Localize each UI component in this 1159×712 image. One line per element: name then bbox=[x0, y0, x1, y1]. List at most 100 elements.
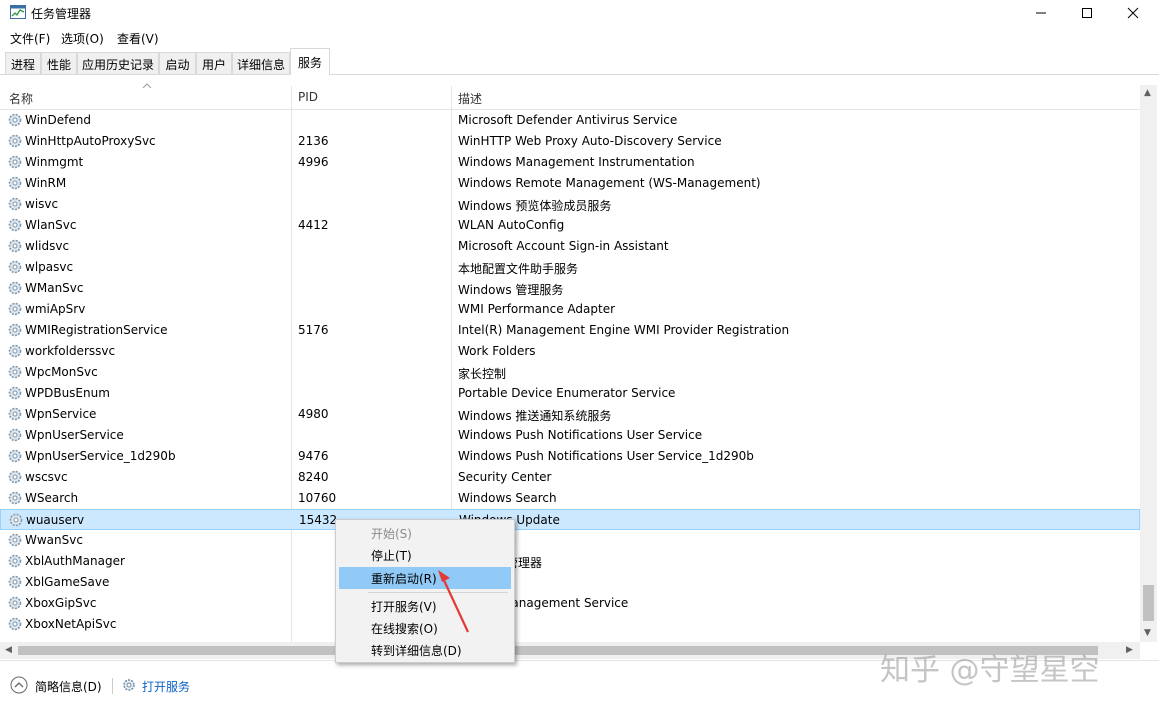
table-row[interactable]: XboxNetApiSvc网络服务 bbox=[0, 614, 1140, 635]
table-row[interactable]: wuauserv15432Windows Update bbox=[0, 509, 1140, 530]
window-title: 任务管理器 bbox=[31, 7, 92, 21]
tab-details[interactable]: 详细信息 bbox=[232, 52, 290, 74]
service-gear-icon bbox=[8, 428, 22, 442]
service-pid: 4980 bbox=[298, 407, 329, 421]
menu-options[interactable]: 选项(O) bbox=[61, 30, 104, 47]
service-description: Windows 管理服务 bbox=[458, 283, 564, 297]
column-header-name[interactable]: 名称 bbox=[9, 90, 33, 107]
service-name: WpcMonSvc bbox=[25, 365, 98, 379]
vertical-scrollbar[interactable]: ▲ ▼ bbox=[1140, 85, 1157, 642]
service-description: Windows 推送通知系统服务 bbox=[458, 409, 612, 423]
fewer-details-link[interactable]: 简略信息(D) bbox=[35, 678, 102, 695]
table-row[interactable]: WSearch 10760 Windows Search bbox=[0, 488, 1140, 509]
scroll-right-icon[interactable]: ▶ bbox=[1126, 645, 1133, 655]
table-row[interactable]: WlanSvc 4412 WLAN AutoConfig bbox=[0, 215, 1140, 236]
table-row[interactable]: wlidsvc Microsoft Account Sign-in Assista… bbox=[0, 236, 1140, 257]
vertical-scroll-thumb[interactable] bbox=[1143, 585, 1154, 621]
column-header-description[interactable]: 描述 bbox=[458, 90, 482, 107]
menu-file[interactable]: 文件(F) bbox=[10, 30, 50, 47]
service-gear-icon bbox=[8, 113, 22, 127]
service-name: WSearch bbox=[25, 491, 79, 505]
menu-view[interactable]: 查看(V) bbox=[117, 30, 159, 47]
service-name: WpnUserService bbox=[25, 428, 124, 442]
close-button[interactable] bbox=[1110, 0, 1156, 26]
service-description: Windows Remote Management (WS-Management… bbox=[458, 176, 761, 190]
menu-item-search-online[interactable]: 在线搜索(O) bbox=[339, 617, 511, 639]
tab-app-history[interactable]: 应用历史记录 bbox=[77, 52, 159, 74]
table-row[interactable]: WinHttpAutoProxySvc 2136 WinHTTP Web Proxy… bbox=[0, 131, 1140, 152]
table-row[interactable]: WpnService 4980 Windows 推送通知系统服务 bbox=[0, 404, 1140, 425]
tab-users[interactable]: 用户 bbox=[196, 52, 232, 74]
service-name: WpnUserService_1d290b bbox=[25, 449, 176, 463]
table-row[interactable]: WinDefend Microsoft Defender Antivirus Se… bbox=[0, 110, 1140, 131]
table-row[interactable]: XblGameSave游戏保存 bbox=[0, 572, 1140, 593]
service-gear-icon bbox=[8, 407, 22, 421]
service-name: WPDBusEnum bbox=[25, 386, 110, 400]
minimize-button[interactable] bbox=[1018, 0, 1064, 26]
menu-item-start[interactable]: 开始(S) bbox=[339, 522, 511, 544]
menu-item-go-to-details[interactable]: 转到详细信息(D) bbox=[339, 639, 511, 661]
scroll-left-icon[interactable]: ◀ bbox=[5, 645, 12, 655]
service-description: WMI Performance Adapter bbox=[458, 302, 616, 316]
service-description: WLAN AutoConfig bbox=[458, 218, 565, 232]
table-row[interactable]: WwanSvcutoConfig bbox=[0, 530, 1140, 551]
maximize-button[interactable] bbox=[1064, 0, 1110, 26]
open-services-link[interactable]: 打开服务 bbox=[142, 678, 190, 695]
table-row[interactable]: WpcMonSvc 家长控制 bbox=[0, 362, 1140, 383]
service-name: WlanSvc bbox=[25, 218, 77, 232]
table-row[interactable]: WinRM Windows Remote Management (WS-Manag… bbox=[0, 173, 1140, 194]
table-row[interactable]: Winmgmt 4996 Windows Management Instrument… bbox=[0, 152, 1140, 173]
service-description: Windows Search bbox=[458, 491, 557, 505]
task-manager-icon bbox=[10, 5, 26, 19]
service-name: XblAuthManager bbox=[25, 554, 125, 568]
table-row[interactable]: wisvc Windows 预览体验成员服务 bbox=[0, 194, 1140, 215]
table-row[interactable]: WPDBusEnum Portable Device Enumerator Ser… bbox=[0, 383, 1140, 404]
column-header-pid[interactable]: PID bbox=[298, 90, 318, 104]
service-gear-icon bbox=[8, 176, 22, 190]
service-gear-icon bbox=[8, 239, 22, 253]
tab-processes[interactable]: 进程 bbox=[5, 52, 41, 74]
table-row[interactable]: XboxGipSvc essory Management Service bbox=[0, 593, 1140, 614]
service-gear-icon bbox=[8, 575, 22, 589]
service-gear-icon bbox=[8, 617, 22, 631]
service-name: WinHttpAutoProxySvc bbox=[25, 134, 156, 148]
tab-bar: 进程 性能 应用历史记录 启动 用户 详细信息 服务 bbox=[0, 48, 1159, 75]
context-menu: 开始(S) 停止(T) 重新启动(R) 打开服务(V) 在线搜索(O) 转到详细… bbox=[335, 519, 515, 663]
menu-item-stop[interactable]: 停止(T) bbox=[339, 544, 511, 566]
table-row[interactable]: wmiApSrv WMI Performance Adapter bbox=[0, 299, 1140, 320]
table-row[interactable]: wlpasvc 本地配置文件助手服务 bbox=[0, 257, 1140, 278]
table-row[interactable]: WpnUserService_1d290b 9476 Windows Push No… bbox=[0, 446, 1140, 467]
menu-item-restart[interactable]: 重新启动(R) bbox=[339, 567, 511, 589]
services-gear-icon bbox=[123, 679, 135, 691]
table-row[interactable]: WMIRegistrationService 5176 Intel(R) Manag… bbox=[0, 320, 1140, 341]
service-gear-icon bbox=[8, 449, 22, 463]
table-row[interactable]: wscsvc 8240 Security Center bbox=[0, 467, 1140, 488]
tab-services[interactable]: 服务 bbox=[290, 48, 330, 75]
service-name: WinDefend bbox=[25, 113, 91, 127]
service-gear-icon bbox=[8, 533, 22, 547]
service-name: WinRM bbox=[25, 176, 67, 190]
service-gear-icon bbox=[8, 470, 22, 484]
service-gear-icon bbox=[8, 386, 22, 400]
service-description: Portable Device Enumerator Service bbox=[458, 386, 676, 400]
annotation-arrow bbox=[438, 570, 469, 633]
service-name: workfolderssvc bbox=[25, 344, 116, 358]
service-gear-icon bbox=[8, 323, 22, 337]
scroll-up-icon[interactable]: ▲ bbox=[1144, 88, 1151, 98]
service-description: Work Folders bbox=[458, 344, 536, 358]
service-description: Microsoft Defender Antivirus Service bbox=[458, 113, 678, 127]
scroll-down-icon[interactable]: ▼ bbox=[1144, 628, 1151, 638]
service-gear-icon bbox=[8, 365, 22, 379]
collapse-up-icon[interactable] bbox=[10, 676, 28, 694]
table-row[interactable]: XblAuthManager身份验证管理器 bbox=[0, 551, 1140, 572]
tab-startup[interactable]: 启动 bbox=[159, 52, 196, 74]
service-pid: 2136 bbox=[298, 134, 329, 148]
table-row[interactable]: workfolderssvc Work Folders bbox=[0, 341, 1140, 362]
service-description: Microsoft Account Sign-in Assistant bbox=[458, 239, 669, 253]
service-description: 本地配置文件助手服务 bbox=[458, 262, 579, 276]
tab-performance[interactable]: 性能 bbox=[41, 52, 77, 74]
service-name: wmiApSrv bbox=[25, 302, 86, 316]
menu-item-open-services[interactable]: 打开服务(V) bbox=[339, 595, 511, 617]
table-row[interactable]: WpnUserService Windows Push Notifications… bbox=[0, 425, 1140, 446]
table-row[interactable]: WManSvc Windows 管理服务 bbox=[0, 278, 1140, 299]
